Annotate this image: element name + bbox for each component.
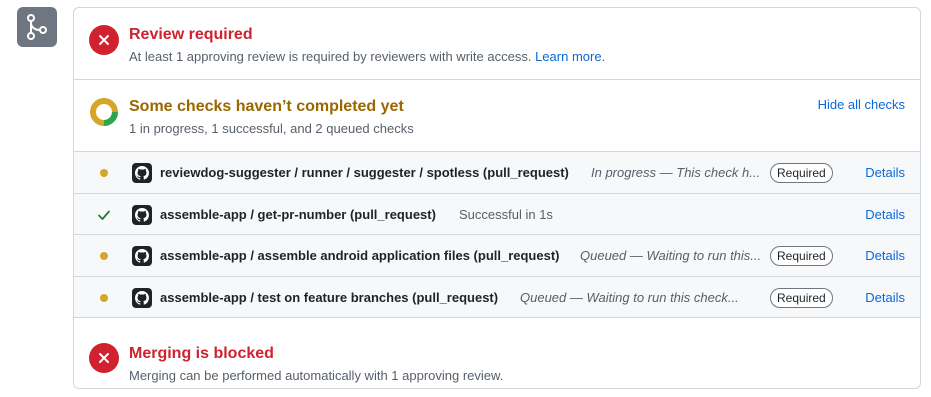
github-logo-icon <box>132 163 152 183</box>
merging-blocked-section: Merging is blocked Merging can be perfor… <box>74 318 920 388</box>
check-name: assemble-app / assemble android applicat… <box>160 248 560 263</box>
check-row: assemble-app / assemble android applicat… <box>74 235 920 277</box>
merging-blocked-description: Merging can be performed automatically w… <box>129 368 504 383</box>
x-icon <box>89 343 119 373</box>
details-link[interactable]: Details <box>865 247 905 264</box>
review-required-description: At least 1 approving review is required … <box>129 48 605 65</box>
checks-summary-section: Some checks haven’t completed yet 1 in p… <box>74 80 920 152</box>
hide-all-checks-button[interactable]: Hide all checks <box>818 97 905 112</box>
check-row: assemble-app / test on feature branches … <box>74 277 920 318</box>
github-logo-icon <box>132 246 152 266</box>
check-name: reviewdog-suggester / runner / suggester… <box>160 165 569 180</box>
checks-list: reviewdog-suggester / runner / suggester… <box>74 152 920 318</box>
required-badge: Required <box>770 163 833 183</box>
check-status: Successful in 1s <box>459 206 553 222</box>
required-badge: Required <box>770 246 833 266</box>
review-required-title: Review required <box>129 26 253 43</box>
check-name: assemble-app / get-pr-number (pull_reque… <box>160 206 436 222</box>
review-description-text: At least 1 approving review is required … <box>129 49 532 64</box>
merge-status-panel: Review required At least 1 approving rev… <box>73 7 921 389</box>
details-link[interactable]: Details <box>865 206 905 223</box>
review-description-period: . <box>601 49 606 64</box>
check-row: assemble-app / get-pr-number (pull_reque… <box>74 194 920 235</box>
in-progress-dot-icon <box>100 169 108 177</box>
check-status: In progress — This check h... <box>591 165 761 180</box>
checks-title: Some checks haven’t completed yet <box>129 98 404 115</box>
checks-summary: 1 in progress, 1 successful, and 2 queue… <box>129 121 414 136</box>
github-logo-icon <box>132 204 152 225</box>
merging-blocked-title: Merging is blocked <box>129 345 274 362</box>
pending-checks-ring-icon <box>90 98 118 126</box>
review-required-section: Review required At least 1 approving rev… <box>74 8 920 80</box>
check-row: reviewdog-suggester / runner / suggester… <box>74 152 920 194</box>
details-link[interactable]: Details <box>865 164 905 181</box>
x-icon <box>89 25 119 55</box>
github-logo-icon <box>132 287 152 308</box>
git-merge-icon <box>17 7 57 47</box>
check-mark-icon <box>98 210 110 220</box>
check-name: assemble-app / test on feature branches … <box>160 289 499 305</box>
check-status: Queued — Waiting to run this... <box>580 248 762 263</box>
queued-dot-icon <box>100 293 108 302</box>
check-status: Queued — Waiting to run this check... <box>520 289 739 305</box>
queued-dot-icon <box>100 252 108 260</box>
required-badge: Required <box>770 287 833 308</box>
learn-more-link[interactable]: Learn more <box>535 49 601 64</box>
details-link[interactable]: Details <box>865 289 905 306</box>
